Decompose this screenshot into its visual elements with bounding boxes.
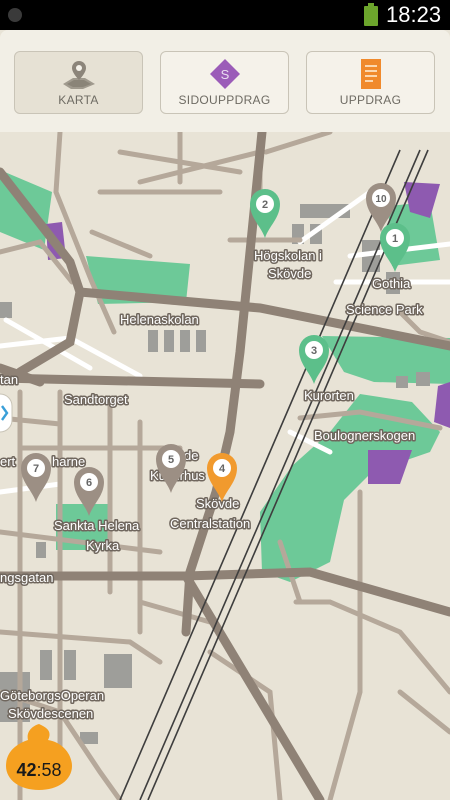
- map-pin-number: 1: [392, 233, 398, 245]
- tab-uppdrag[interactable]: UPPDRAG: [306, 51, 435, 114]
- tab-label: SIDOUPPDRAG: [178, 93, 271, 107]
- label-ert: ert: [0, 454, 16, 469]
- label-gothia-2: Science Park: [346, 302, 423, 317]
- label-sandtorget: Sandtorget: [64, 392, 128, 407]
- side-panel-handle[interactable]: [0, 393, 13, 433]
- timer-seconds: :58: [36, 760, 62, 780]
- map-pin-number: 5: [168, 454, 174, 466]
- label-goteborgsoperan: GöteborgsOperan: [0, 688, 104, 703]
- tag-icon: S: [209, 59, 240, 89]
- label-goteborgsoperan-2: Skövdescenen: [8, 706, 93, 721]
- label-sankta-helena-2: Kyrka: [86, 538, 120, 553]
- label-hogskolan: Högskolan i: [254, 248, 322, 263]
- battery-icon: [364, 3, 378, 26]
- label-helenaskolan: Helenaskolan: [120, 312, 199, 327]
- map-pin-number: 10: [375, 194, 387, 205]
- label-sankta-helena: Sankta Helena: [54, 518, 140, 533]
- map-pin-number: 6: [86, 477, 92, 489]
- map-pin-number: 2: [262, 199, 268, 211]
- tab-label: UPPDRAG: [339, 93, 402, 107]
- map-pin-number: 7: [33, 463, 39, 475]
- label-harne: harne: [52, 454, 85, 469]
- label-boulognerskogen: Boulognerskogen: [314, 428, 415, 443]
- tab-karta[interactable]: KARTA: [14, 51, 143, 114]
- label-hogskolan-2: Skövde: [268, 266, 311, 281]
- map-pin-icon: [62, 61, 95, 89]
- notification-icon: [8, 8, 22, 22]
- tab-label: KARTA: [58, 93, 99, 107]
- label-ingsgatan: ngsgatan: [0, 570, 54, 585]
- status-bar: 18:23: [0, 0, 450, 30]
- label-tan: tan: [0, 372, 18, 387]
- label-centralstation: Skövde: [196, 496, 239, 511]
- label-gothia: Gothia: [372, 276, 411, 291]
- tab-panel: KARTA S SIDOUPPDRAG UPPDRAG: [0, 30, 450, 133]
- svg-text:S: S: [220, 67, 229, 82]
- map-pin-number: 3: [311, 345, 317, 357]
- timer-flame-icon: [6, 724, 72, 790]
- document-icon: [360, 59, 381, 89]
- timer-minutes: 42: [16, 760, 37, 780]
- status-time: 18:23: [386, 2, 442, 27]
- map-view[interactable]: Högskolan i Skövde Gothia Science Park H…: [0, 132, 450, 800]
- tab-sidouppdrag[interactable]: S SIDOUPPDRAG: [160, 51, 289, 114]
- label-kulturhus: de: [184, 448, 198, 463]
- label-kurorten: Kurorten: [304, 388, 354, 403]
- label-centralstation-2: Centralstation: [170, 516, 250, 531]
- countdown-timer[interactable]: 42:58: [4, 722, 74, 792]
- map-pin-number: 4: [219, 463, 226, 475]
